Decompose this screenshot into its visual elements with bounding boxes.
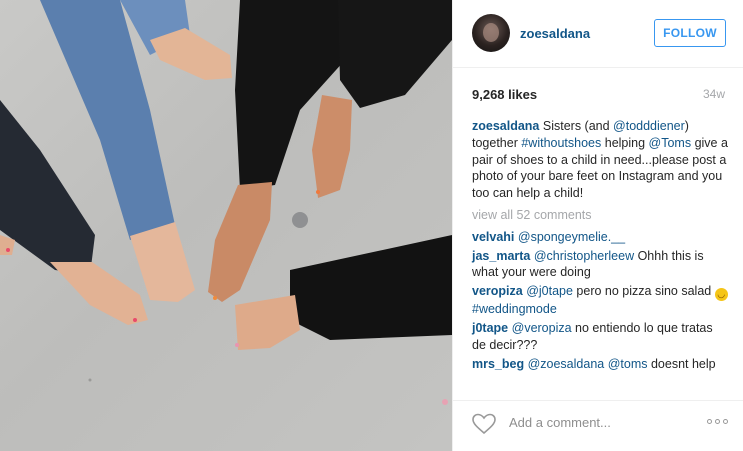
mention-link[interactable]: @christopherleew — [534, 249, 634, 263]
add-comment-input[interactable] — [509, 415, 699, 430]
dot — [707, 419, 712, 424]
mention-link[interactable]: @spongeymelie.__ — [518, 230, 625, 244]
author-username[interactable]: zoesaldana — [520, 26, 590, 41]
barefeet-photo — [0, 0, 452, 405]
mention-link[interactable]: @todddiener — [613, 119, 685, 133]
hashtag-link[interactable]: #withoutshoes — [521, 136, 601, 150]
dot — [715, 419, 720, 424]
post-photo[interactable] — [0, 0, 452, 451]
caption: zoesaldana Sisters (and @todddiener) tog… — [472, 118, 728, 202]
comment-item: velvahi @spongeymelie.__ — [472, 229, 728, 246]
comment-username[interactable]: velvahi — [472, 230, 514, 244]
mention-link[interactable]: @Toms — [649, 136, 692, 150]
post-side-panel: zoesaldana FOLLOW 9,268 likes 34w zoesal… — [452, 0, 743, 451]
comment-username[interactable]: mrs_beg — [472, 357, 524, 371]
heart-icon[interactable] — [471, 413, 497, 435]
comment-list: zoesaldana Sisters (and @todddiener) tog… — [472, 118, 728, 374]
comment-text: pero no pizza sino salad — [572, 284, 715, 299]
hashtag-link[interactable]: #weddingmode — [472, 302, 557, 316]
more-options-icon[interactable] — [707, 419, 728, 424]
dot — [723, 419, 728, 424]
follow-button[interactable]: FOLLOW — [654, 19, 726, 47]
comment-username[interactable]: jas_marta — [472, 249, 530, 263]
comment-username[interactable]: j0tape — [472, 321, 508, 335]
mention-link[interactable]: @toms — [608, 357, 648, 371]
post-age[interactable]: 34w — [703, 87, 725, 101]
comment-text: doesnt help — [647, 356, 716, 371]
caption-username[interactable]: zoesaldana — [472, 119, 539, 133]
post-footer — [453, 400, 743, 451]
comment-item: jas_marta @christopherleew Ohhh this is … — [472, 248, 728, 282]
like-count[interactable]: 9,268 likes — [472, 87, 537, 102]
instagram-post: zoesaldana FOLLOW 9,268 likes 34w zoesal… — [0, 0, 743, 451]
caption-text: Sisters (and — [539, 119, 614, 133]
mention-link[interactable]: @zoesaldana — [528, 357, 605, 371]
mention-link[interactable]: @j0tape — [526, 284, 573, 298]
laughing-emoji-icon: ◡ — [714, 288, 728, 302]
mention-link[interactable]: @veropiza — [512, 321, 572, 335]
view-all-comments-link[interactable]: view all 52 comments — [472, 207, 728, 224]
post-header: zoesaldana FOLLOW — [453, 0, 743, 68]
comment-item: mrs_beg @zoesaldana @toms doesnt help — [472, 356, 728, 373]
caption-text: helping — [601, 135, 649, 150]
avatar[interactable] — [472, 14, 510, 52]
comment-item: veropiza @j0tape pero no pizza sino sala… — [472, 283, 728, 318]
comment-username[interactable]: veropiza — [472, 284, 523, 298]
comments-container: velvahi @spongeymelie.__ jas_marta @chris… — [472, 229, 728, 373]
comment-item: j0tape @veropiza no entiendo lo que trat… — [472, 320, 728, 354]
